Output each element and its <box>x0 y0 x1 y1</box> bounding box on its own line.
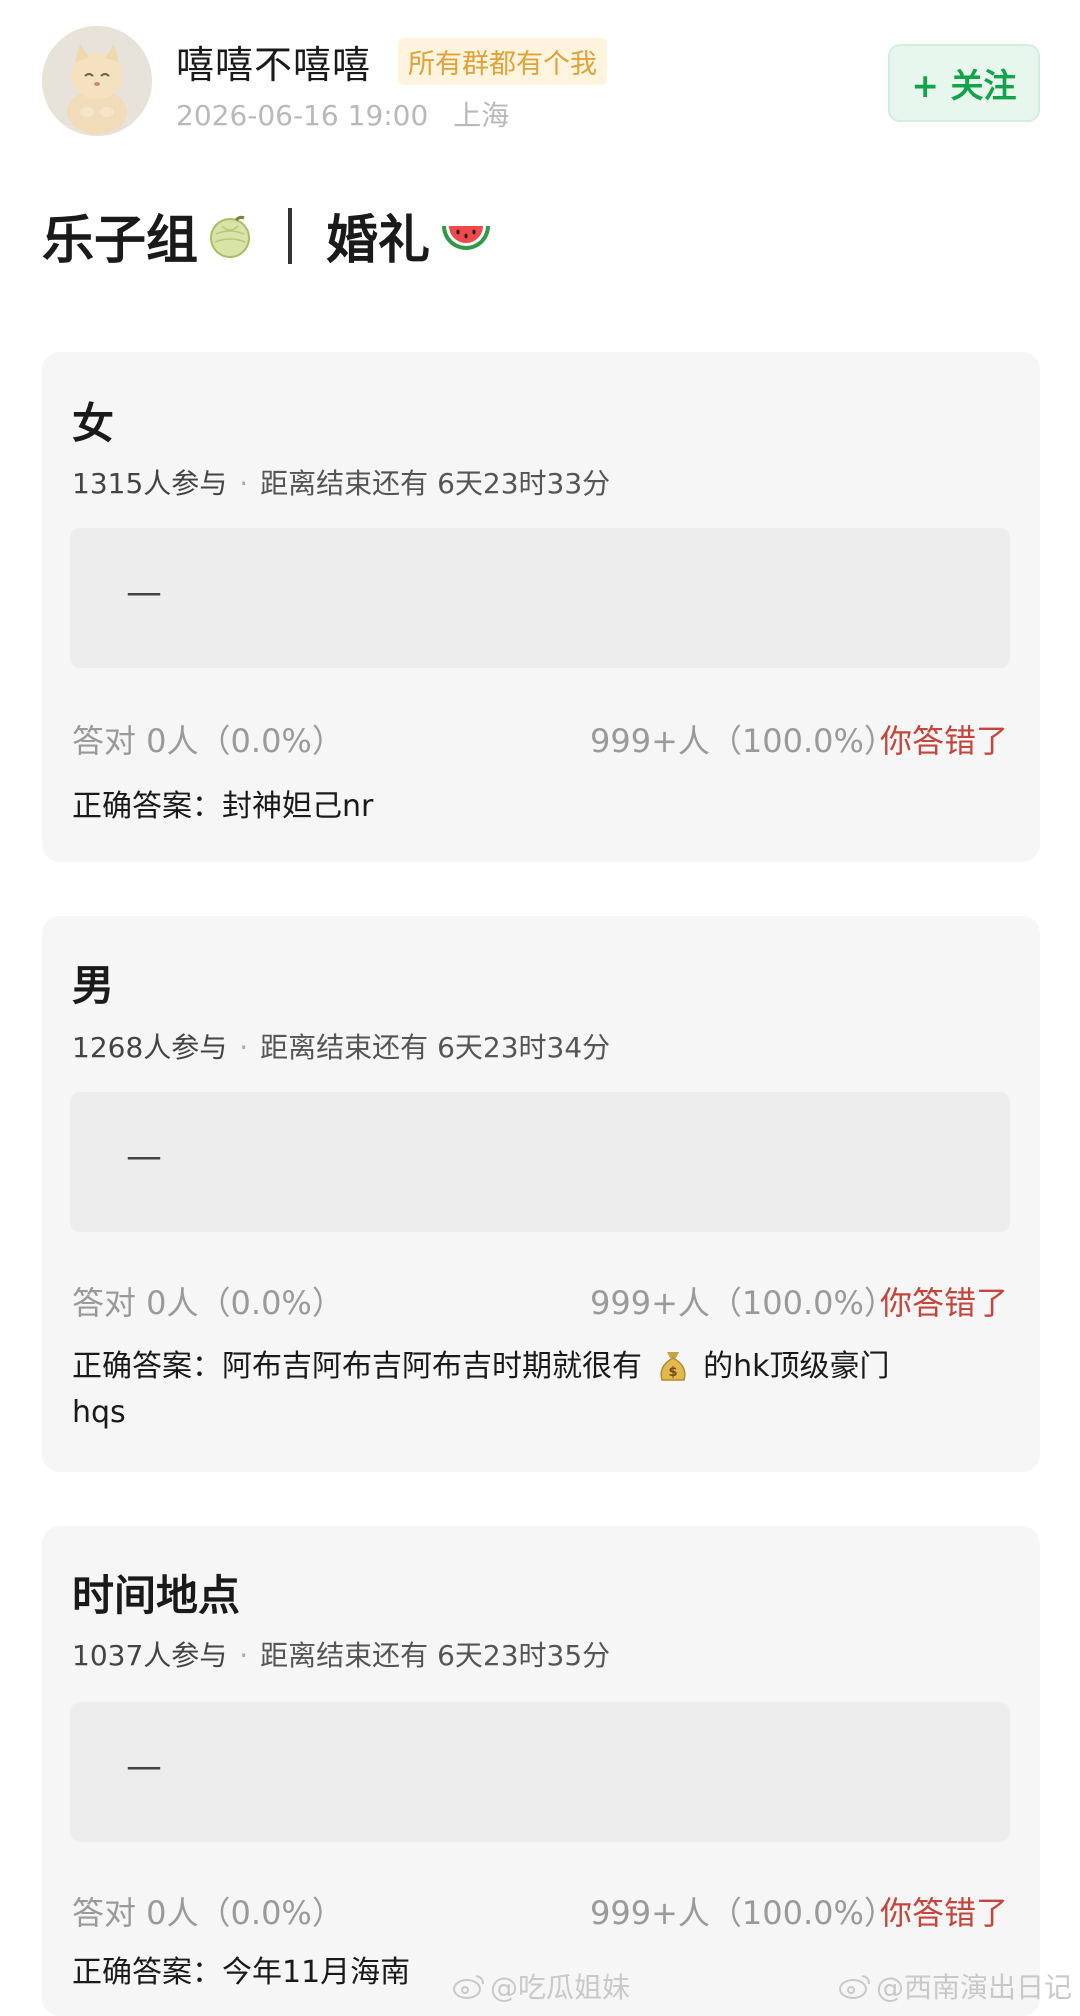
avatar[interactable] <box>42 26 152 136</box>
title-divider <box>288 207 293 264</box>
answer-stats: 答对 0人（0.0%） 999+人（100.0%） 你答错了 <box>72 1278 1012 1324</box>
user-tag-badge: 所有群都有个我 <box>398 38 607 85</box>
money-bag-icon: $ <box>659 1352 686 1381</box>
question-info: 1037人参与 · 距离结束还有 6天23时35分 <box>72 1634 610 1674</box>
wrong-stat: 999+人（100.0%） <box>590 1894 896 1932</box>
question-info: 1315人参与 · 距离结束还有 6天23时33分 <box>72 462 610 502</box>
correct-answer: 正确答案：封神妲己nr <box>72 789 374 824</box>
correct-answer-part-1: 正确答案：阿布吉阿布吉阿布吉时期就很有 <box>72 1349 642 1384</box>
answer-box[interactable]: — <box>70 1092 1010 1232</box>
participants-count: 1268人参与 <box>72 1031 228 1064</box>
question-info: 1268人参与 · 距离结束还有 6天23时34分 <box>72 1026 610 1066</box>
question-title: 女 <box>72 399 115 448</box>
question-title: 时间地点 <box>72 1571 241 1620</box>
correct-stat: 答对 0人（0.0%） <box>72 722 344 760</box>
separator-dot: · <box>239 467 249 500</box>
title-left: 乐子组 <box>42 211 199 271</box>
user-answer: — <box>126 1746 162 1787</box>
answer-stats: 答对 0人（0.0%） 999+人（100.0%） 你答错了 <box>72 716 1012 762</box>
post-header: 嘻嘻不嘻嘻 所有群都有个我 2026-06-16 19:00 上海 + 关注 <box>0 0 1080 150</box>
result-label: 你答错了 <box>880 1284 1009 1322</box>
wrong-stat: 999+人（100.0%） <box>590 1284 896 1322</box>
melon-icon <box>210 215 251 258</box>
participants-count: 1037人参与 <box>72 1639 228 1672</box>
user-answer: — <box>126 572 162 613</box>
quiz-card-2: 男 1268人参与 · 距离结束还有 6天23时34分 — 答对 0人（0.0%） … <box>42 916 1040 1472</box>
answer-stats: 答对 0人（0.0%） 999+人（100.0%） 你答错了 <box>72 1888 1012 1934</box>
countdown: 距离结束还有 6天23时33分 <box>260 467 611 500</box>
post-title: 乐子组 婚礼 <box>42 198 494 273</box>
username[interactable]: 嘻嘻不嘻嘻 <box>176 34 371 89</box>
post-date: 2026-06-16 19:00 <box>176 99 429 132</box>
participants-count: 1315人参与 <box>72 467 228 500</box>
answer-box[interactable]: — <box>70 528 1010 668</box>
cat-avatar-icon <box>42 26 152 136</box>
question-title: 男 <box>72 961 115 1010</box>
weibo-icon <box>453 1975 484 1999</box>
follow-button-label: + 关注 <box>911 66 1017 105</box>
separator-dot: · <box>239 1031 249 1064</box>
countdown: 距离结束还有 6天23时34分 <box>260 1031 611 1064</box>
correct-stat: 答对 0人（0.0%） <box>72 1894 344 1932</box>
follow-button[interactable]: + 关注 <box>888 44 1040 122</box>
watermark-text-2: @西南演出日记 <box>876 1971 1073 2004</box>
wrong-stat: 999+人（100.0%） <box>590 722 896 760</box>
result-label: 你答错了 <box>880 722 1009 760</box>
post-location: 上海 <box>453 99 510 132</box>
weibo-icon <box>839 1975 870 1999</box>
countdown: 距离结束还有 6天23时35分 <box>260 1639 611 1672</box>
watermelon-icon <box>442 225 491 250</box>
correct-stat: 答对 0人（0.0%） <box>72 1284 344 1322</box>
correct-answer: 正确答案：阿布吉阿布吉阿布吉时期就很有 $ 的hk顶级豪门 hqs <box>72 1344 1012 1436</box>
correct-answer-part-2: 的hk顶级豪门 <box>703 1349 890 1384</box>
title-right: 婚礼 <box>326 211 431 271</box>
watermark-text-1: @吃瓜姐妹 <box>490 1971 631 2004</box>
correct-answer-part-3: hqs <box>72 1395 126 1430</box>
answer-box[interactable]: — <box>70 1702 1010 1842</box>
svg-text:$: $ <box>668 1365 677 1380</box>
quiz-card-1: 女 1315人参与 · 距离结束还有 6天23时33分 — 答对 0人（0.0%） … <box>42 352 1040 862</box>
separator-dot: · <box>239 1639 249 1672</box>
watermark-1: @吃瓜姐妹 <box>452 1966 630 2006</box>
post-meta: 2026-06-16 19:00 上海 <box>176 94 509 134</box>
user-answer: — <box>126 1136 162 1177</box>
watermark-2: @西南演出日记 <box>838 1966 1072 2006</box>
result-label: 你答错了 <box>880 1894 1009 1932</box>
quiz-card-3: 时间地点 1037人参与 · 距离结束还有 6天23时35分 — 答对 0人（0.0… <box>42 1526 1040 2016</box>
